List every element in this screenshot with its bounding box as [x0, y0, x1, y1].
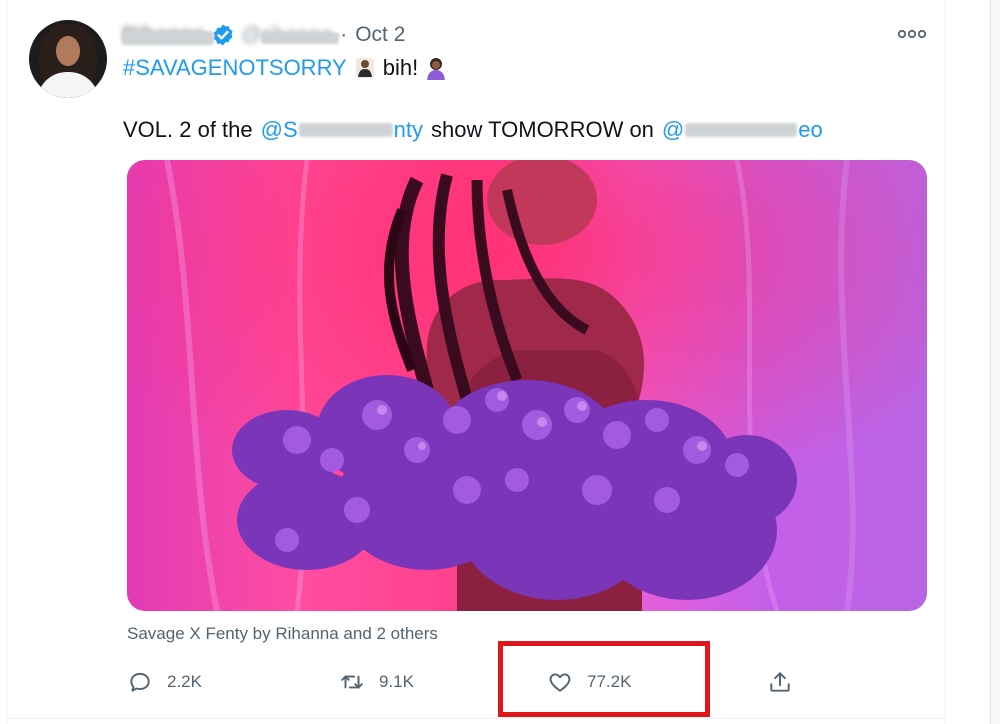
handle-redacted[interactable]: @rihanna: [241, 23, 339, 47]
separator-dot: ·: [340, 23, 348, 46]
tweet-header: Rihanna @rihanna · Oct 2: [122, 20, 405, 50]
retweet-icon[interactable]: [339, 669, 365, 695]
reply-icon[interactable]: [127, 669, 153, 695]
more-options-icon[interactable]: [895, 26, 929, 42]
woman-emoji-icon: [355, 58, 374, 78]
mention-2-redaction: [685, 123, 798, 137]
media-photo-illustration: [127, 160, 927, 611]
person-emoji-icon: [427, 58, 446, 80]
retweet-button[interactable]: 9.1K: [339, 664, 414, 700]
text-prefix: VOL. 2 of the: [123, 117, 253, 142]
tweet-date[interactable]: Oct 2: [355, 23, 405, 47]
mention-1-end[interactable]: nty: [394, 117, 423, 143]
mention-1-start[interactable]: @S: [261, 117, 298, 143]
tweet-text-suffix: bih!: [382, 55, 419, 80]
share-icon[interactable]: [767, 669, 793, 695]
right-column-edge: [990, 0, 1000, 724]
like-highlight-annotation: [498, 641, 710, 717]
mention-2-end[interactable]: eo: [798, 117, 822, 143]
mention-link-2[interactable]: @ eo: [662, 117, 823, 143]
mention-1-redaction: [298, 123, 393, 137]
verified-badge-icon: [213, 24, 233, 46]
tweet-media-image[interactable]: [127, 160, 927, 611]
avatar[interactable]: [29, 20, 107, 98]
mention-2-start[interactable]: @: [662, 117, 684, 143]
hashtag-link[interactable]: #SAVAGENOTSORRY: [123, 55, 347, 81]
reply-count: 2.2K: [167, 672, 202, 691]
reply-button[interactable]: 2.2K: [127, 664, 202, 700]
tweet-divider: [7, 718, 945, 719]
tweet-text-line1: #SAVAGENOTSORRY bih!: [123, 52, 454, 84]
share-button[interactable]: [767, 664, 793, 700]
media-attribution[interactable]: Savage X Fenty by Rihanna and 2 others: [127, 624, 438, 644]
tweet-card[interactable]: Rihanna @rihanna · Oct 2 #SAVAGENOTSORRY…: [6, 0, 946, 724]
tweet-text-line2: VOL. 2 of the @S nty show TOMORROW on @ …: [123, 114, 823, 146]
text-middle: show TOMORROW on: [431, 117, 654, 142]
retweet-count: 9.1K: [379, 672, 414, 691]
display-name-redacted[interactable]: Rihanna: [122, 23, 214, 47]
mention-link-1[interactable]: @S nty: [261, 117, 423, 143]
